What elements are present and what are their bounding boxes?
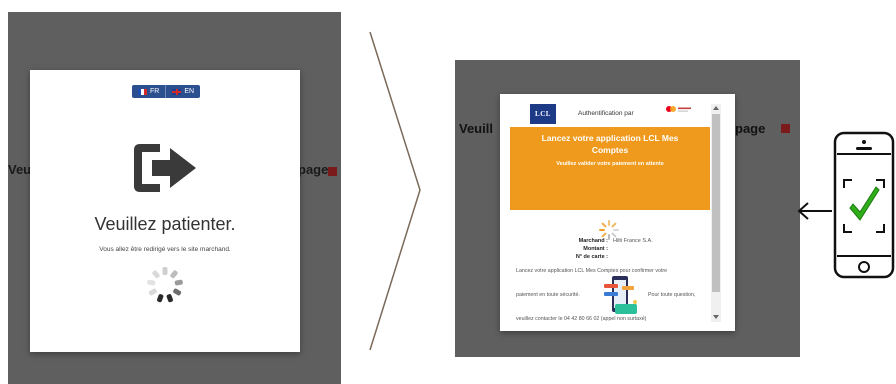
background-text-left: Veu (8, 162, 32, 177)
arrow-left-icon (797, 202, 832, 220)
dialog-scrollbar[interactable] (711, 104, 721, 322)
language-switcher: FR EN (132, 85, 201, 98)
lang-fr-label: FR (150, 88, 160, 95)
instruction-text-line2b: Pour toute question, (648, 292, 696, 298)
sign-out-icon (134, 144, 196, 192)
banner-title-line1: Lancez votre application LCL Mes (541, 133, 679, 143)
background-square (781, 124, 790, 133)
lang-fr-button[interactable]: FR (132, 85, 165, 98)
lang-en-label: EN (184, 88, 195, 95)
mobile-app-illustration-icon (604, 276, 637, 314)
redirect-screen: Veu page FR EN Veuillez patienter. Vous … (8, 12, 341, 384)
banner-subtitle: Veuillez valider votre paiement en atten… (556, 161, 664, 167)
scroll-down-icon[interactable] (713, 315, 719, 319)
background-square (328, 167, 337, 176)
background-text-right: page (298, 162, 329, 177)
smartphone-check-icon (833, 131, 895, 279)
chevron-right-icon (369, 31, 421, 351)
scroll-thumb[interactable] (712, 114, 720, 292)
auth-label: Authentification par (578, 110, 634, 117)
merchant-value: Hilti France S.A. (613, 238, 653, 244)
wait-title: Veuillez patienter. (94, 214, 236, 234)
authentication-screen: Veuill page LCL Authentification par Lan… (455, 60, 800, 357)
lang-en-button[interactable]: EN (165, 85, 200, 98)
instruction-banner: Lancez votre application LCL Mes Comptes… (510, 127, 710, 210)
banner-title: Lancez votre application LCL Mes Comptes (510, 132, 710, 156)
lcl-logo: LCL (530, 104, 556, 124)
banner-title-line2: Comptes (591, 145, 629, 155)
authentication-dialog: LCL Authentification par Lancez votre ap… (500, 94, 735, 331)
merchant-label: Marchand : (578, 238, 608, 244)
instruction-text-line2: paiement en toute sécurité. (516, 292, 580, 298)
mastercard-logo-icon (666, 106, 691, 112)
background-text-left: Veuill (459, 121, 493, 136)
redirect-dialog: FR EN Veuillez patienter. Vous allez êtr… (30, 70, 300, 352)
amount-label: Montant : (583, 246, 608, 252)
loading-spinner-icon (147, 267, 183, 303)
uk-flag-icon (172, 88, 182, 95)
scroll-up-icon[interactable] (713, 106, 719, 110)
card-label: N° de carte : (575, 254, 608, 260)
france-flag-icon (138, 88, 147, 95)
wait-subtitle: Vous allez être redirigé vers le site ma… (99, 246, 231, 253)
background-text-right: page (735, 121, 766, 136)
